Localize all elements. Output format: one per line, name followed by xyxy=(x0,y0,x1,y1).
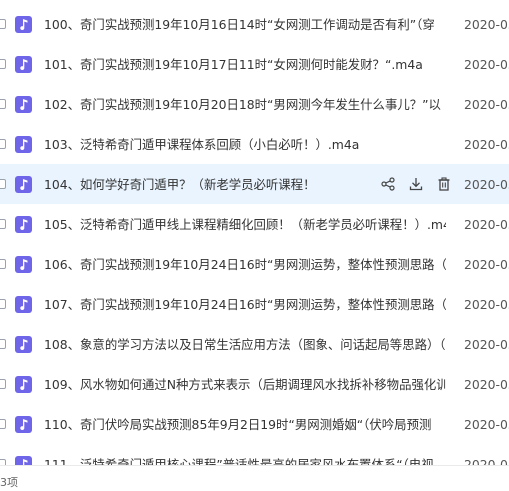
file-name[interactable]: 108、象意的学习方法以及日常生活应用方法（图象、问话起局等思路）（ xyxy=(44,335,446,353)
row-checkbox[interactable] xyxy=(0,339,6,349)
file-name[interactable]: 105、泛特希奇门遁甲线上课程精细化回顾！（新老学员必听课程！）.m4a xyxy=(44,215,446,233)
file-list: 100、奇门实战预测19年10月16日14时“女网测工作调动是否有利”（穿 202… xyxy=(0,0,509,465)
file-date: 2020-03 xyxy=(464,96,509,112)
file-name[interactable]: 100、奇门实战预测19年10月16日14时“女网测工作调动是否有利”（穿 xyxy=(44,15,446,33)
file-name[interactable]: 110、奇门伏吟局实战预测85年9月2日19时“男网测婚姻“（伏吟局预测 xyxy=(44,415,446,433)
file-row[interactable]: 101、奇门实战预测19年10月17日11时“女网测何时能发财？“.m4a 202… xyxy=(0,44,509,84)
file-row[interactable]: 106、奇门实战预测19年10月24日16时“男网测运势，整体性预测思路（ 202… xyxy=(0,244,509,284)
share-icon[interactable] xyxy=(374,174,402,194)
row-checkbox[interactable] xyxy=(0,59,6,69)
file-row[interactable]: 109、风水物如何通过N种方式来表示（后期调理风水找拆补移物品强化训 2020-0… xyxy=(0,364,509,404)
file-date: 2020-03 xyxy=(464,256,509,272)
row-checkbox[interactable] xyxy=(0,379,6,389)
audio-file-icon xyxy=(15,95,32,113)
row-checkbox[interactable] xyxy=(0,179,6,189)
item-count: 3项 xyxy=(0,476,18,489)
audio-file-icon xyxy=(15,55,32,73)
file-date: 2020-03 xyxy=(464,16,509,32)
row-checkbox[interactable] xyxy=(0,419,6,429)
audio-file-icon xyxy=(15,175,32,193)
row-checkbox[interactable] xyxy=(0,259,6,269)
file-date: 2020-03 xyxy=(464,56,509,72)
audio-file-icon xyxy=(15,415,32,433)
status-bar: 3项 xyxy=(0,465,509,491)
file-date: 2020-03 xyxy=(464,456,509,466)
row-checkbox[interactable] xyxy=(0,299,6,309)
audio-file-icon xyxy=(15,375,32,393)
file-name[interactable]: 104、如何学好奇门遁甲？（新老学员必听课程！）.... xyxy=(44,175,314,193)
file-date: 2020-03 xyxy=(464,336,509,352)
file-name[interactable]: 103、泛特希奇门遁甲课程体系回顾（小白必听！）.m4a xyxy=(44,135,446,153)
file-name[interactable]: 101、奇门实战预测19年10月17日11时“女网测何时能发财？“.m4a xyxy=(44,55,446,73)
audio-file-icon xyxy=(15,335,32,353)
audio-file-icon xyxy=(15,215,32,233)
file-name[interactable]: 102、奇门实战预测19年10月20日18时“男网测今年发生什么事儿？”以 xyxy=(44,95,446,113)
file-row[interactable]: 100、奇门实战预测19年10月16日14时“女网测工作调动是否有利”（穿 202… xyxy=(0,4,509,44)
file-date: 2020-03 xyxy=(464,296,509,312)
file-date: 2020-03 xyxy=(464,416,509,432)
audio-file-icon xyxy=(15,135,32,153)
row-actions xyxy=(374,174,458,194)
file-name[interactable]: 111、泛特希奇门遁甲核心课程”普适性最高的居家风水布置体系“（电视 xyxy=(44,455,446,465)
delete-icon[interactable] xyxy=(430,174,458,194)
download-icon[interactable] xyxy=(402,174,430,194)
file-row[interactable]: 104、如何学好奇门遁甲？（新老学员必听课程！）.... 2020-03 xyxy=(0,164,509,204)
audio-file-icon xyxy=(15,455,32,465)
file-date: 2020-03 xyxy=(464,136,509,152)
file-name[interactable]: 109、风水物如何通过N种方式来表示（后期调理风水找拆补移物品强化训 xyxy=(44,375,446,393)
row-checkbox[interactable] xyxy=(0,219,6,229)
file-row[interactable]: 105、泛特希奇门遁甲线上课程精细化回顾！（新老学员必听课程！）.m4a 2020… xyxy=(0,204,509,244)
row-checkbox[interactable] xyxy=(0,99,6,109)
file-name[interactable]: 106、奇门实战预测19年10月24日16时“男网测运势，整体性预测思路（ xyxy=(44,255,446,273)
file-row[interactable]: 110、奇门伏吟局实战预测85年9月2日19时“男网测婚姻“（伏吟局预测 2020… xyxy=(0,404,509,444)
audio-file-icon xyxy=(15,295,32,313)
file-name[interactable]: 107、奇门实战预测19年10月24日16时“男网测运势，整体性预测思路（ xyxy=(44,295,446,313)
file-row[interactable]: 102、奇门实战预测19年10月20日18时“男网测今年发生什么事儿？”以 202… xyxy=(0,84,509,124)
row-checkbox[interactable] xyxy=(0,139,6,149)
file-date: 2020-03 xyxy=(464,176,509,192)
row-checkbox[interactable] xyxy=(0,19,6,29)
file-row[interactable]: 111、泛特希奇门遁甲核心课程”普适性最高的居家风水布置体系“（电视 2020-0… xyxy=(0,444,509,465)
audio-file-icon xyxy=(15,15,32,33)
file-row[interactable]: 103、泛特希奇门遁甲课程体系回顾（小白必听！）.m4a 2020-03 xyxy=(0,124,509,164)
audio-file-icon xyxy=(15,255,32,273)
file-row[interactable]: 107、奇门实战预测19年10月24日16时“男网测运势，整体性预测思路（ 202… xyxy=(0,284,509,324)
file-date: 2020-03 xyxy=(464,216,509,232)
file-date: 2020-03 xyxy=(464,376,509,392)
file-row[interactable]: 108、象意的学习方法以及日常生活应用方法（图象、问话起局等思路）（ 2020-0… xyxy=(0,324,509,364)
